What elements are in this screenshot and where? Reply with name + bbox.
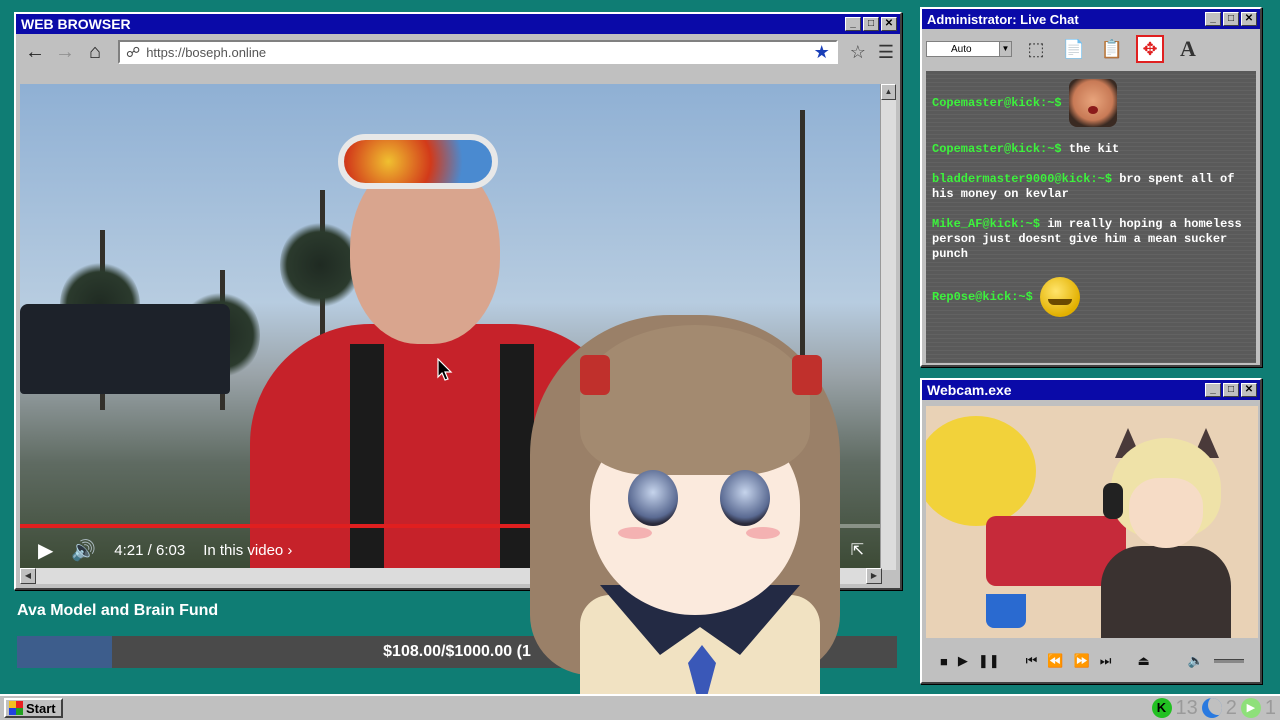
close-button[interactable]: ✕ xyxy=(1241,12,1257,26)
chat-username: Copemaster@kick:~$ xyxy=(932,96,1062,111)
system-tray: K 13 2 ▶ 1 xyxy=(1151,696,1276,720)
play-icon[interactable]: ▶ xyxy=(38,538,53,563)
paste-icon[interactable]: 📋 xyxy=(1098,35,1126,63)
webcam-titlebar[interactable]: Webcam.exe _ □ ✕ xyxy=(922,380,1260,400)
url-text[interactable]: https://boseph.online xyxy=(146,45,807,60)
bookmark-star-icon[interactable]: ★ xyxy=(814,42,830,63)
smiley-emote-icon xyxy=(1040,277,1081,317)
scroll-right-arrow-icon[interactable]: ▶ xyxy=(866,568,882,584)
chat-username: bladdermaster9000@kick:~$ xyxy=(932,172,1113,186)
move-icon[interactable]: ✥ xyxy=(1136,35,1164,63)
minimize-button[interactable]: _ xyxy=(1205,12,1221,26)
play-count: 1 xyxy=(1264,696,1276,719)
browser-title: WEB BROWSER xyxy=(21,16,131,32)
webcam-feed xyxy=(926,406,1258,638)
close-button[interactable]: ✕ xyxy=(881,17,897,31)
minimize-button[interactable]: _ xyxy=(845,17,861,31)
volume-icon[interactable]: 🔈 xyxy=(1188,653,1204,669)
chat-text: the kit xyxy=(1068,142,1120,156)
chat-username: Mike_AF@kick:~$ xyxy=(932,217,1041,231)
webcam-player-controls: ■ ▶ ❚❚ ⏮ ⏪ ⏩ ⏭ ⏏ 🔈 xyxy=(926,646,1258,676)
chat-message: bladdermaster9000@kick:~$ bro spent all … xyxy=(932,172,1250,202)
scroll-up-arrow-icon[interactable]: ▲ xyxy=(881,84,896,100)
chat-message: Copemaster@kick:~$ xyxy=(932,79,1250,127)
windows-logo-icon xyxy=(9,701,23,715)
maximize-button[interactable]: □ xyxy=(1223,383,1239,397)
webcam-window: Webcam.exe _ □ ✕ ■ ▶ ❚❚ ⏮ ⏪ ⏩ ⏭ ⏏ 🔈 xyxy=(920,378,1262,684)
volume-icon[interactable]: 🔊 xyxy=(71,538,96,563)
skip-back-icon[interactable]: ⏮ xyxy=(1026,653,1038,669)
browser-titlebar[interactable]: WEB BROWSER _ □ ✕ xyxy=(16,14,900,34)
rewind-icon[interactable]: ⏪ xyxy=(1047,653,1063,669)
fund-title: Ava Model and Brain Fund xyxy=(17,602,219,619)
live-chat-window: Administrator: Live Chat _ □ ✕ Auto ▼ ⬚ … xyxy=(920,7,1262,367)
font-size-select[interactable]: Auto ▼ xyxy=(926,41,1012,57)
chat-titlebar[interactable]: Administrator: Live Chat _ □ ✕ xyxy=(922,9,1260,29)
scroll-left-arrow-icon[interactable]: ◀ xyxy=(20,568,36,584)
maximize-button[interactable]: □ xyxy=(863,17,879,31)
blue-mug xyxy=(986,594,1026,628)
chat-message: Copemaster@kick:~$ the kit xyxy=(932,142,1250,157)
chat-messages: Copemaster@kick:~$ Copemaster@kick:~$ th… xyxy=(926,71,1256,363)
moon-icon[interactable] xyxy=(1201,698,1222,718)
video-time: 4:21 / 6:03 xyxy=(114,541,186,559)
webcam-title: Webcam.exe xyxy=(927,382,1012,398)
in-this-video-link[interactable]: In this video › xyxy=(203,542,292,559)
vertical-scrollbar[interactable]: ▲ xyxy=(880,84,896,570)
fast-forward-icon[interactable]: ⏩ xyxy=(1074,653,1090,669)
home-icon[interactable]: ⌂ xyxy=(82,39,108,65)
chevron-down-icon: ▼ xyxy=(999,42,1011,56)
volume-slider[interactable] xyxy=(1214,659,1244,663)
globe-icon: ☍ xyxy=(126,43,141,60)
marquee-select-icon[interactable]: ⬚ xyxy=(1022,35,1050,63)
yellow-plush xyxy=(926,416,1036,526)
browser-nav-bar: ← → ⌂ ☍ https://boseph.online ★ ☆ ☰ xyxy=(16,34,900,70)
play-icon[interactable]: ▶ xyxy=(958,653,968,669)
back-arrow-icon[interactable]: ← xyxy=(22,39,48,65)
play-circle-icon[interactable]: ▶ xyxy=(1240,698,1261,718)
forward-arrow-icon[interactable]: → xyxy=(52,39,78,65)
skip-forward-icon[interactable]: ⏭ xyxy=(1100,653,1112,669)
goggles xyxy=(338,134,498,189)
hamburger-menu-icon[interactable]: ☰ xyxy=(878,42,894,63)
face-emote-icon xyxy=(1068,79,1117,127)
chat-message: Mike_AF@kick:~$ im really hoping a homel… xyxy=(932,217,1250,262)
favorites-star-icon[interactable]: ☆ xyxy=(850,42,866,63)
eject-icon[interactable]: ⏏ xyxy=(1137,653,1149,669)
stop-icon[interactable]: ■ xyxy=(940,654,948,669)
kick-icon[interactable]: K xyxy=(1151,698,1172,718)
mouse-cursor-icon xyxy=(437,357,453,387)
start-button[interactable]: Start xyxy=(4,698,63,718)
pickup-truck xyxy=(20,304,230,394)
address-bar[interactable]: ☍ https://boseph.online ★ xyxy=(118,40,838,64)
chat-message: Rep0se@kick:~$ xyxy=(932,277,1250,317)
chat-username: Copemaster@kick:~$ xyxy=(932,142,1062,156)
text-tool-icon[interactable]: A xyxy=(1174,35,1202,63)
maximize-button[interactable]: □ xyxy=(1223,12,1239,26)
catboy-avatar xyxy=(1101,428,1231,638)
chat-title: Administrator: Live Chat xyxy=(927,11,1079,27)
chat-toolbar: Auto ▼ ⬚ 📄 📋 ✥ A xyxy=(922,29,1260,69)
vtuber-avatar xyxy=(520,295,860,720)
kick-count: 13 xyxy=(1175,696,1198,719)
copy-icon[interactable]: 📄 xyxy=(1060,35,1088,63)
taskbar: Start K 13 2 ▶ 1 xyxy=(0,694,1280,720)
pause-icon[interactable]: ❚❚ xyxy=(978,653,1000,669)
close-button[interactable]: ✕ xyxy=(1241,383,1257,397)
chat-username: Rep0se@kick:~$ xyxy=(932,290,1033,305)
moon-count: 2 xyxy=(1225,696,1237,719)
minimize-button[interactable]: _ xyxy=(1205,383,1221,397)
